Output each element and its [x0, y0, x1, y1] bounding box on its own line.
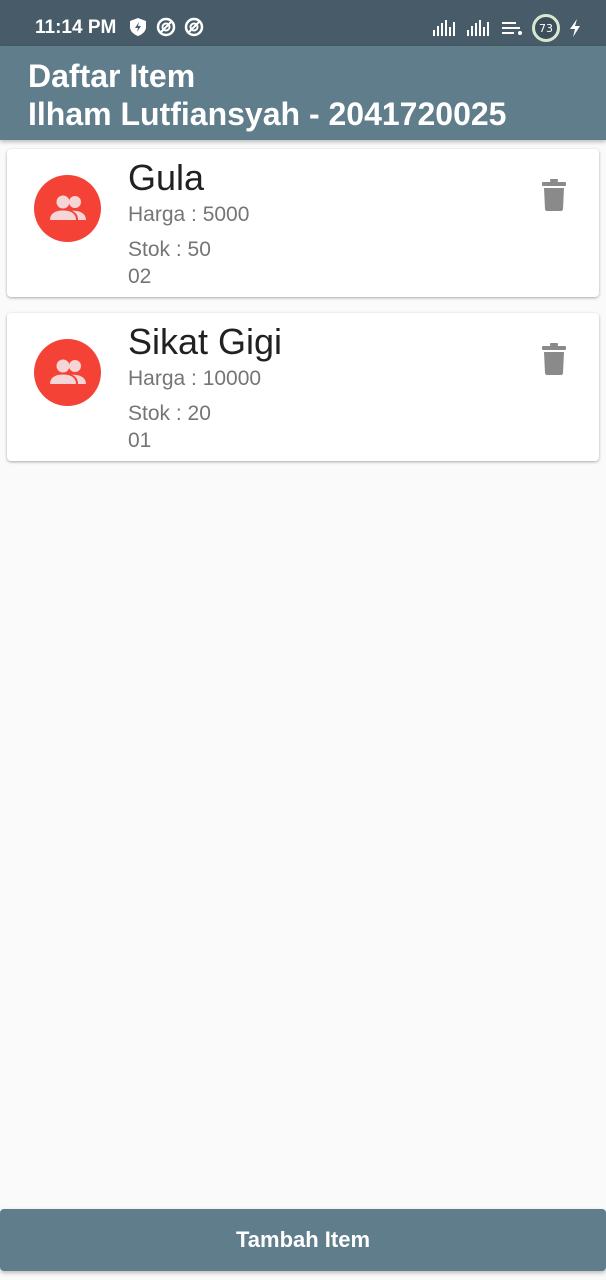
app-bar: Daftar Item Ilham Lutfiansyah - 20417200…: [0, 46, 606, 140]
battery-icon: 73: [532, 14, 560, 42]
avatar: [34, 339, 101, 406]
app-title: Daftar Item: [28, 58, 196, 94]
list-item[interactable]: Sikat Gigi Harga : 10000 Stok : 20 01: [7, 313, 599, 461]
item-name: Sikat Gigi: [128, 321, 283, 362]
status-time: 11:14 PM: [35, 17, 117, 38]
item-list: Gula Harga : 5000 Stok : 50 02 Sikat Gig…: [7, 149, 599, 477]
item-code: 02: [128, 265, 152, 288]
sync-icon: [156, 17, 176, 37]
delete-button[interactable]: [539, 341, 569, 377]
sync-icon: [184, 17, 204, 37]
status-bar: 11:14 PM 73: [0, 0, 606, 46]
app-subtitle: Ilham Lutfiansyah - 2041720025: [28, 96, 507, 132]
item-price: Harga : 10000: [128, 367, 262, 390]
delete-button[interactable]: [539, 177, 569, 213]
status-right-icons: 73: [432, 14, 582, 42]
item-code: 01: [128, 429, 152, 452]
trash-icon: [542, 343, 566, 375]
people-icon: [49, 195, 86, 220]
item-stock: Stok : 50: [128, 238, 211, 261]
item-name: Gula: [128, 157, 205, 198]
add-item-button[interactable]: Tambah Item: [0, 1209, 606, 1271]
charging-icon: [570, 19, 580, 37]
list-item[interactable]: Gula Harga : 5000 Stok : 50 02: [7, 149, 599, 297]
avatar: [34, 175, 101, 242]
data-icon: [502, 22, 522, 35]
item-price: Harga : 5000: [128, 203, 250, 226]
people-icon: [49, 359, 86, 384]
status-left-icons: [128, 17, 204, 37]
signal-icon: [433, 20, 455, 36]
trash-icon: [542, 179, 566, 211]
signal-icon: [467, 20, 489, 36]
shield-bolt-icon: [130, 18, 146, 36]
item-stock: Stok : 20: [128, 402, 211, 425]
